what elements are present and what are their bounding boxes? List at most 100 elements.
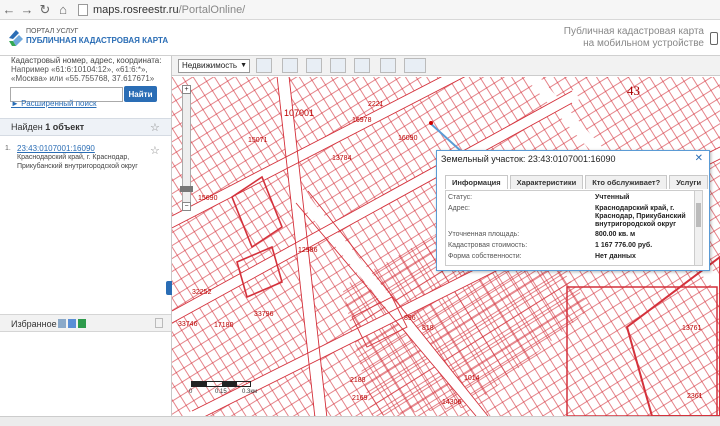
print-tool-icon[interactable] — [380, 58, 396, 73]
zoom-slider[interactable]: + − — [180, 85, 193, 211]
info-value: Нет данных — [595, 253, 636, 260]
map-label: 14306 — [442, 399, 462, 406]
left-panel: Кадастровый номер, адрес, координата: На… — [0, 56, 172, 416]
trash-icon[interactable] — [155, 318, 163, 328]
forward-icon[interactable]: → — [18, 1, 36, 19]
results-count: Найден 1 объект — [11, 122, 84, 132]
result-address-line1: Краснодарский край, г. Краснодар, — [17, 154, 130, 161]
portal-title: ПОРТАЛ УСЛУГ — [26, 28, 79, 35]
map-label: 32252 — [192, 289, 212, 296]
map-label: 13761 — [682, 325, 702, 332]
map-label: 12986 — [298, 247, 318, 254]
info-label: Адрес: — [448, 205, 470, 212]
reload-icon[interactable]: ↻ — [36, 1, 54, 19]
info-label: Статус: — [448, 194, 473, 201]
layers-tool-icon[interactable] — [354, 58, 370, 73]
layer-select-value: Недвижимость — [182, 61, 238, 70]
home-icon[interactable]: ⌂ — [54, 1, 72, 19]
tab-information[interactable]: Информация — [445, 175, 508, 189]
map-toolbar: Недвижимость ▼ — [172, 56, 720, 76]
tab-who-serves[interactable]: Кто обслуживает? — [585, 175, 668, 189]
parcel-info-popup: Земельный участок: 23:43:0107001:16090 ✕… — [436, 150, 710, 271]
mobile-phone-icon[interactable] — [710, 32, 718, 45]
close-icon[interactable]: ✕ — [695, 153, 703, 164]
chevron-down-icon: ▼ — [240, 62, 247, 69]
scale-label: 0.15 — [215, 389, 227, 395]
info-value: 1 167 776.00 руб. — [595, 242, 653, 249]
link-tool-icon[interactable] — [404, 58, 426, 73]
favorites-bar: Избранное — [0, 314, 171, 332]
export-icon[interactable] — [58, 319, 66, 328]
info-label: Форма собственности: — [448, 253, 522, 260]
back-icon[interactable]: ← — [0, 1, 18, 19]
quarter-number: 43 — [627, 83, 640, 98]
info-value: Учтенный — [595, 194, 630, 201]
scale-segment — [192, 382, 207, 386]
map-label: 896 — [404, 315, 416, 322]
map-label: 818 — [422, 325, 434, 332]
result-item[interactable]: 1. 23:43:0107001:16090 Краснодарский кра… — [5, 144, 157, 171]
info-label: Кадастровая стоимость: — [448, 242, 528, 249]
map-label: 16978 — [352, 117, 372, 124]
scrollbar-thumb[interactable] — [696, 203, 701, 227]
found-prefix: Найден — [11, 122, 43, 132]
page-icon — [78, 3, 88, 16]
map-label: 2188 — [350, 377, 366, 384]
layer-select[interactable]: Недвижимость ▼ — [178, 59, 250, 73]
select-tool-icon[interactable] — [256, 58, 272, 73]
popup-tabs: Информация Характеристики Кто обслуживае… — [445, 175, 709, 189]
info-row-ownership: Форма собственности: Нет данных — [448, 253, 688, 261]
result-star-icon[interactable]: ☆ — [150, 144, 160, 157]
tab-characteristics[interactable]: Характеристики — [509, 175, 584, 189]
advanced-search-link[interactable]: ► Расширенный поиск — [11, 99, 96, 108]
map-label: 17180 — [214, 322, 234, 329]
bottom-status-bar — [0, 416, 720, 426]
map-label: 1014 — [464, 375, 480, 382]
map-label: 15071 — [248, 137, 268, 144]
info-row-status: Статус: Учтенный — [448, 194, 688, 202]
mobile-version-link[interactable]: Публичная кадастровая карта на мобильном… — [564, 26, 704, 50]
pan-tool-icon[interactable] — [282, 58, 298, 73]
popup-scrollbar[interactable] — [694, 191, 702, 265]
portal-logo-icon[interactable] — [7, 26, 25, 50]
map-label: 33746 — [178, 321, 198, 328]
star-icon[interactable]: ☆ — [150, 121, 160, 134]
url-domain: maps.rosreestr.ru — [93, 3, 179, 16]
measure-tool-icon[interactable] — [330, 58, 346, 73]
info-table: Статус: Учтенный Адрес: Краснодарский кр… — [445, 190, 703, 266]
site-header: ПОРТАЛ УСЛУГ ПУБЛИЧНАЯ КАДАСТРОВАЯ КАРТА… — [0, 20, 720, 56]
search-hint-line2: Например «61:6:10104:12», «61:6:*», — [11, 65, 148, 74]
info-value: Краснодарский край, г. Краснодар, Прикуб… — [595, 205, 686, 228]
info-tool-icon[interactable] — [306, 58, 322, 73]
search-hint-line1: Кадастровый номер, адрес, координата: — [11, 56, 162, 65]
map-label: 16090 — [398, 135, 418, 142]
mobile-line2: на мобильном устройстве — [583, 38, 704, 49]
favorites-actions — [58, 319, 86, 328]
info-row-area: Уточненная площадь: 800.00 кв. м — [448, 231, 688, 239]
zoom-out-button[interactable]: − — [182, 202, 191, 211]
result-number: 1. — [5, 145, 11, 152]
found-count: 1 объект — [45, 122, 85, 132]
map-label: 107001 — [284, 108, 315, 118]
scale-label: 0 — [189, 389, 193, 395]
scale-label: 0.3км — [242, 389, 258, 395]
zoom-handle[interactable] — [180, 186, 193, 192]
search-hint: Кадастровый номер, адрес, координата: На… — [11, 56, 167, 83]
map-label: 2169 — [352, 395, 368, 402]
info-value: 800.00 кв. м — [595, 231, 636, 238]
mobile-line1: Публичная кадастровая карта — [563, 26, 704, 37]
url-field[interactable]: maps.rosreestr.ru/PortalOnline/ — [78, 3, 246, 16]
result-address-line2: Прикубанский внутригородской округ — [17, 163, 138, 170]
find-button[interactable]: Найти — [124, 86, 157, 102]
map-label: 33796 — [254, 311, 274, 318]
zoom-in-button[interactable]: + — [182, 85, 191, 94]
map-title[interactable]: ПУБЛИЧНАЯ КАДАСТРОВАЯ КАРТА — [26, 36, 168, 45]
print-icon[interactable] — [68, 319, 76, 328]
map-label: 2361 — [687, 393, 703, 400]
favorites-label: Избранное — [11, 319, 57, 329]
scale-segment — [222, 382, 237, 386]
tab-services[interactable]: Услуги — [669, 175, 709, 189]
result-cadastral-link[interactable]: 23:43:0107001:16090 — [17, 144, 157, 153]
excel-icon[interactable] — [78, 319, 86, 328]
url-path: /PortalOnline/ — [178, 3, 246, 16]
